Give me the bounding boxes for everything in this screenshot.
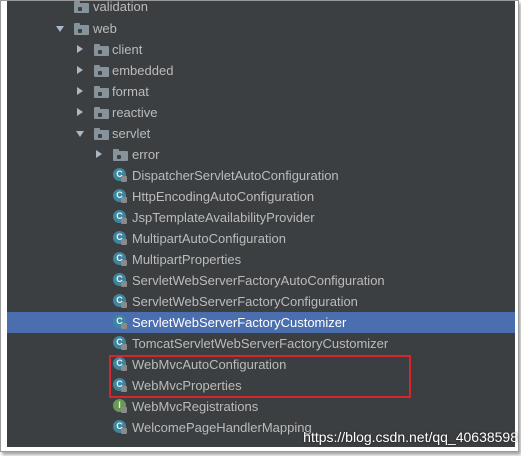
expand-arrow-down-icon[interactable]: [76, 131, 84, 137]
tree-item-class[interactable]: C MultipartProperties: [7, 249, 515, 270]
lock-icon: [121, 323, 127, 329]
highlight-box: [109, 355, 411, 398]
package-folder-icon: [94, 86, 109, 98]
package-folder-icon: [113, 149, 128, 161]
tree-item-client[interactable]: client: [7, 39, 515, 60]
lock-icon: [121, 239, 127, 245]
watermark: https://blog.csdn.net/qq_40638598: [303, 429, 518, 445]
tree-item-label: DispatcherServletAutoConfiguration: [132, 168, 339, 183]
tree-item-embedded[interactable]: embedded: [7, 60, 515, 81]
package-folder-icon: [94, 128, 109, 140]
expand-arrow-right-icon[interactable]: [77, 108, 83, 116]
tree-item-label: MultipartProperties: [132, 252, 242, 267]
tree-item-reactive[interactable]: reactive: [7, 102, 515, 123]
tree-item-label: HttpEncodingAutoConfiguration: [132, 189, 315, 204]
expand-arrow-down-icon[interactable]: [56, 26, 64, 32]
tree-item-format[interactable]: format: [7, 81, 515, 102]
tree-item-class[interactable]: C HttpEncodingAutoConfiguration: [7, 186, 515, 207]
expand-arrow-right-icon[interactable]: [96, 150, 102, 158]
tree-item-label: ServletWebServerFactoryAutoConfiguration: [132, 273, 385, 288]
package-folder-icon: [74, 1, 89, 13]
tree-item-label: MultipartAutoConfiguration: [132, 231, 286, 246]
lock-icon: [121, 218, 127, 224]
package-folder-icon: [94, 44, 109, 56]
package-folder-icon: [74, 23, 89, 35]
expand-arrow-right-icon[interactable]: [77, 66, 83, 74]
tree-item-label: JspTemplateAvailabilityProvider: [132, 210, 315, 225]
tree-item-validation[interactable]: validation: [7, 1, 515, 17]
tree-item-label: client: [112, 42, 143, 57]
lock-icon: [121, 197, 127, 203]
tree-item-class[interactable]: C DispatcherServletAutoConfiguration: [7, 165, 515, 186]
package-folder-icon: [94, 65, 109, 77]
tree-item-class[interactable]: C ServletWebServerFactoryConfiguration: [7, 291, 515, 312]
tree-item-interface[interactable]: I WebMvcRegistrations: [7, 396, 515, 417]
tree-item-label: servlet: [112, 126, 151, 141]
package-folder-icon: [94, 107, 109, 119]
tree-item-label: embedded: [112, 63, 174, 78]
lock-icon: [121, 407, 127, 413]
tree-item-label: TomcatServletWebServerFactoryCustomizer: [132, 336, 389, 351]
tree-item-class[interactable]: C TomcatServletWebServerFactoryCustomize…: [7, 333, 515, 354]
tree-item-label: reactive: [112, 105, 158, 120]
tree-item-label: WebMvcRegistrations: [132, 399, 259, 414]
lock-icon: [121, 428, 127, 434]
screenshot-frame: validation web client embedded format re…: [0, 0, 519, 452]
tree-item-web[interactable]: web: [7, 18, 515, 39]
tree-item-label: ServletWebServerFactoryConfiguration: [132, 294, 358, 309]
lock-icon: [121, 302, 127, 308]
tree-item-error[interactable]: error: [7, 144, 515, 165]
lock-icon: [121, 176, 127, 182]
expand-arrow-right-icon[interactable]: [77, 87, 83, 95]
lock-icon: [121, 344, 127, 350]
tree-item-class-selected[interactable]: C ServletWebServerFactoryCustomizer: [7, 312, 515, 333]
lock-icon: [121, 281, 127, 287]
expand-arrow-right-icon[interactable]: [77, 45, 83, 53]
tree-item-class[interactable]: C ServletWebServerFactoryAutoConfigurati…: [7, 270, 515, 291]
project-tree-panel: validation web client embedded format re…: [7, 1, 515, 447]
tree-item-label: error: [132, 147, 160, 162]
tree-item-class[interactable]: C JspTemplateAvailabilityProvider: [7, 207, 515, 228]
tree-item-label: ServletWebServerFactoryCustomizer: [132, 315, 347, 330]
tree-item-label: format: [112, 84, 149, 99]
tree-item-label: validation: [93, 1, 148, 14]
lock-icon: [121, 260, 127, 266]
tree-item-label: web: [93, 21, 117, 36]
tree-item-class[interactable]: C MultipartAutoConfiguration: [7, 228, 515, 249]
tree-item-servlet[interactable]: servlet: [7, 123, 515, 144]
tree-item-label: WelcomePageHandlerMapping: [132, 420, 312, 435]
